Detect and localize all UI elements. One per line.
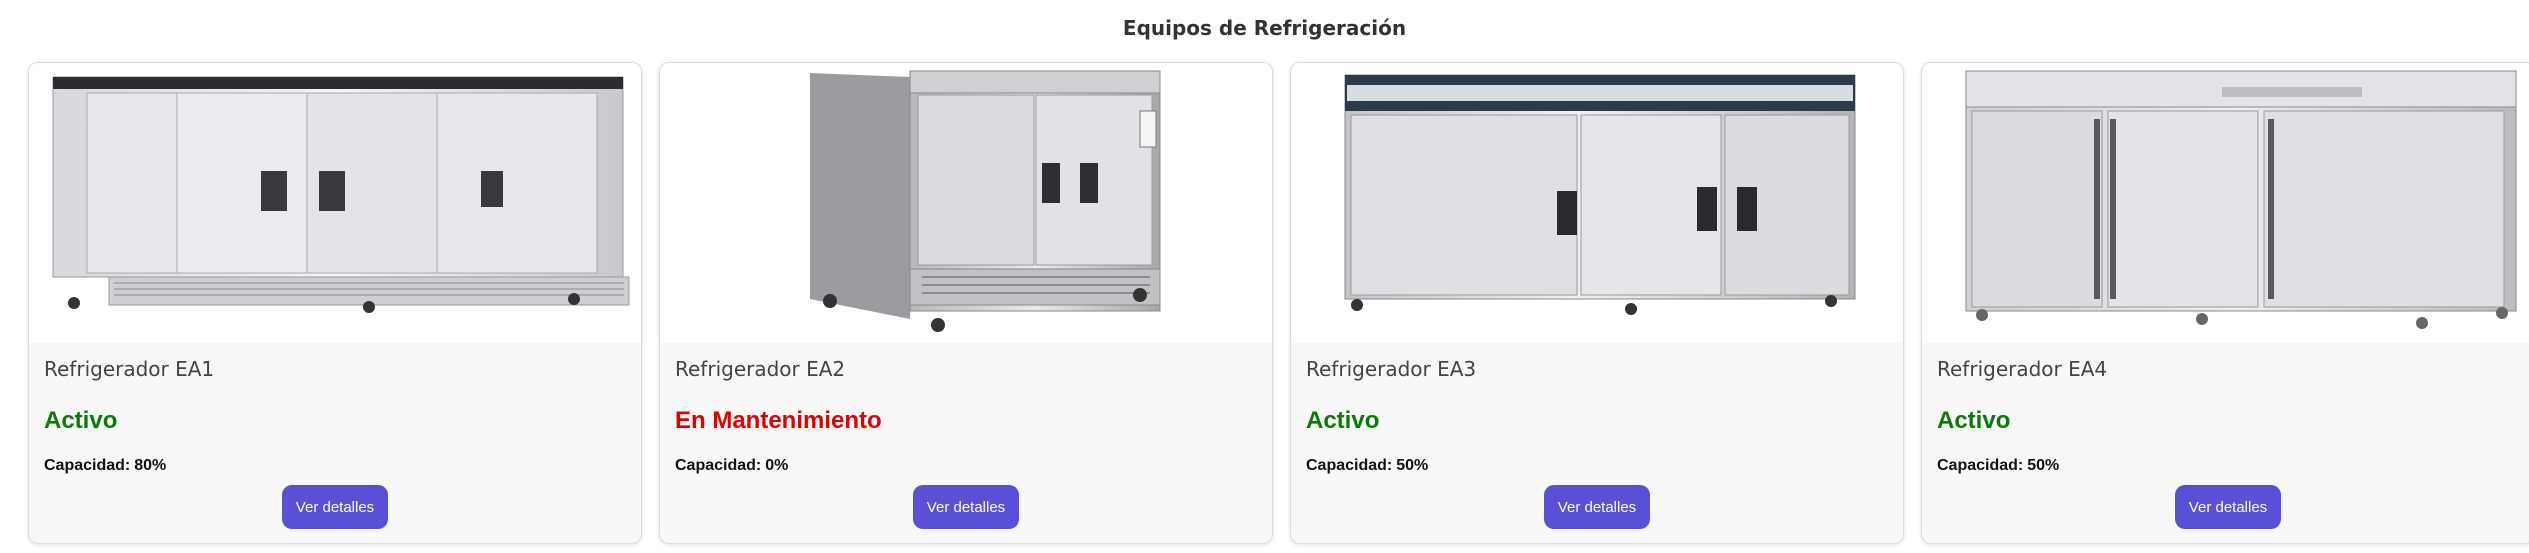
equipment-card-ea4: Refrigerador EA4 Activo Capacidad: 50% Ve… — [1921, 62, 2529, 544]
details-button[interactable]: Ver detalles — [913, 485, 1019, 529]
equipment-card-ea1: Refrigerador EA1 Activo Capacidad: 80% Ve… — [28, 62, 642, 544]
refrigerator-image — [29, 63, 641, 343]
refrigerator-image — [1291, 63, 1903, 343]
capacity-text: Capacidad: 80% — [44, 457, 626, 475]
details-button[interactable]: Ver detalles — [2175, 485, 2281, 529]
card-name: Refrigerador EA4 — [1937, 357, 2108, 381]
details-button[interactable]: Ver detalles — [1544, 485, 1650, 529]
card-name: Refrigerador EA3 — [1306, 357, 1477, 381]
capacity-label: Capacidad: — [1306, 457, 1393, 474]
equipment-card-ea3: Refrigerador EA3 Activo Capacidad: 50% Ve… — [1290, 62, 1904, 544]
refrigerator-image — [1922, 63, 2529, 343]
capacity-label: Capacidad: — [675, 457, 762, 474]
capacity-label: Capacidad: — [44, 457, 131, 474]
card-name: Refrigerador EA2 — [675, 357, 846, 381]
status-label: Activo — [1937, 407, 2011, 434]
refrigerator-image — [660, 63, 1272, 343]
capacity-value: 50% — [2027, 457, 2060, 474]
status-label: Activo — [1306, 407, 1380, 434]
capacity-label: Capacidad: — [1937, 457, 2024, 474]
card-name: Refrigerador EA1 — [44, 357, 215, 381]
capacity-value: 50% — [1396, 457, 1429, 474]
capacity-text: Capacidad: 50% — [1937, 457, 2519, 475]
status-label: En Mantenimiento — [675, 407, 882, 434]
capacity-value: 0% — [765, 457, 789, 474]
capacity-text: Capacidad: 0% — [675, 457, 1257, 475]
capacity-value: 80% — [134, 457, 167, 474]
capacity-text: Capacidad: 50% — [1306, 457, 1888, 475]
status-label: Activo — [44, 407, 118, 434]
equipment-grid: Refrigerador EA1 Activo Capacidad: 80% Ve… — [28, 62, 2529, 544]
equipment-card-ea2: Refrigerador EA2 En Mantenimiento Capaci… — [659, 62, 1273, 544]
details-button[interactable]: Ver detalles — [282, 485, 388, 529]
page-title: Equipos de Refrigeración — [1122, 16, 1407, 40]
